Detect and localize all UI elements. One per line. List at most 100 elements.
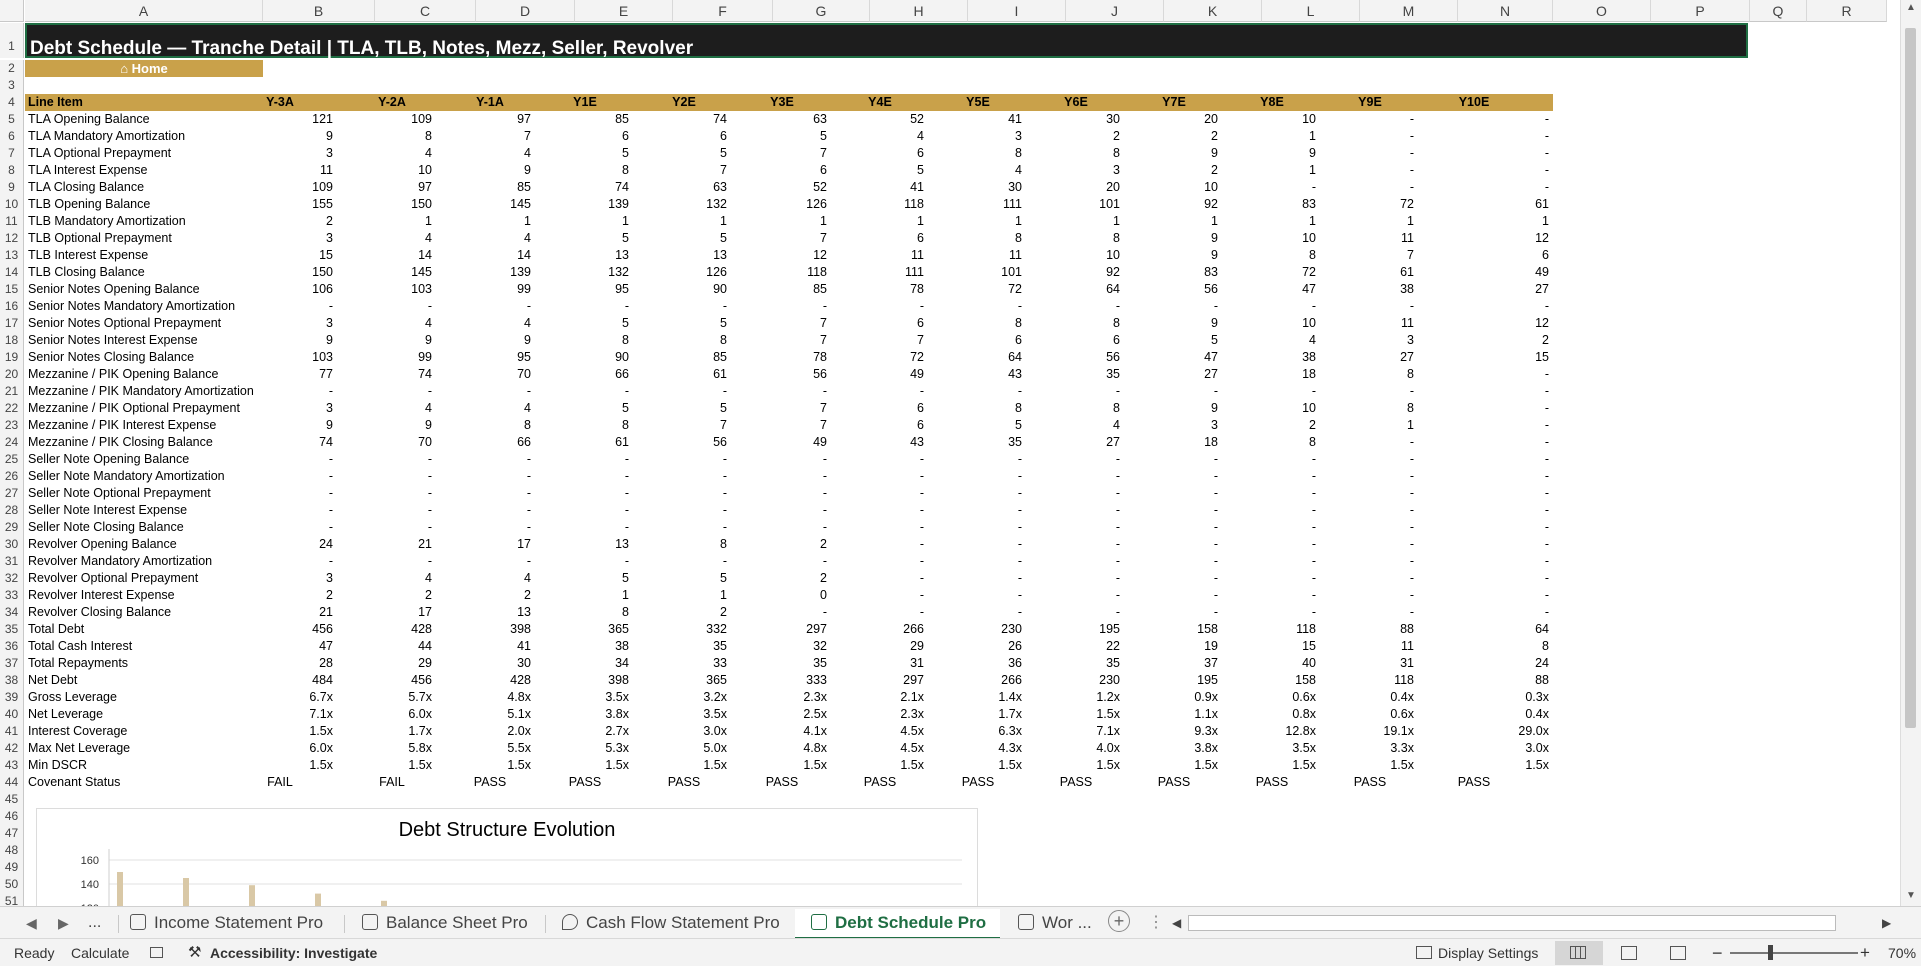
- value-cell[interactable]: -: [1128, 519, 1218, 536]
- row-header-37[interactable]: 37: [0, 655, 24, 672]
- row-header-1[interactable]: 1: [0, 23, 24, 58]
- value-cell[interactable]: 1.1x: [1128, 706, 1218, 723]
- value-cell[interactable]: -: [834, 502, 924, 519]
- hscroll-left-arrow[interactable]: ◀: [1172, 909, 1181, 937]
- column-header-p[interactable]: P: [1651, 0, 1750, 22]
- value-cell[interactable]: 15: [1226, 638, 1316, 655]
- column-header-n[interactable]: N: [1458, 0, 1553, 22]
- value-cell[interactable]: 8: [1324, 400, 1414, 417]
- value-cell[interactable]: 11: [1324, 638, 1414, 655]
- value-cell[interactable]: 8: [932, 145, 1022, 162]
- value-cell[interactable]: 6.7x: [243, 689, 333, 706]
- value-cell[interactable]: -: [1128, 298, 1218, 315]
- value-cell[interactable]: 4.5x: [834, 723, 924, 740]
- tab-splitter-icon[interactable]: ⋮: [1148, 909, 1164, 937]
- row-header-17[interactable]: 17: [0, 315, 24, 332]
- value-cell[interactable]: 88: [1324, 621, 1414, 638]
- value-cell[interactable]: 15: [1459, 349, 1549, 366]
- value-cell[interactable]: 41: [834, 179, 924, 196]
- row-header-32[interactable]: 32: [0, 570, 24, 587]
- row-label[interactable]: Revolver Interest Expense: [28, 587, 263, 604]
- row-header-39[interactable]: 39: [0, 689, 24, 706]
- value-cell[interactable]: -: [342, 553, 432, 570]
- row-label[interactable]: Mezzanine / PIK Mandatory Amortization: [28, 383, 263, 400]
- value-cell[interactable]: -: [1030, 570, 1120, 587]
- value-cell[interactable]: 4: [1030, 417, 1120, 434]
- value-cell[interactable]: -: [1226, 485, 1316, 502]
- value-cell[interactable]: -: [1030, 451, 1120, 468]
- bar-y-1a[interactable]: [249, 885, 255, 906]
- row-header-3[interactable]: 3: [0, 77, 24, 94]
- value-cell[interactable]: 106: [243, 281, 333, 298]
- value-cell[interactable]: 8: [1459, 638, 1549, 655]
- value-cell[interactable]: 11: [1324, 230, 1414, 247]
- value-cell[interactable]: 35: [737, 655, 827, 672]
- row-header-48[interactable]: 48: [0, 842, 24, 859]
- value-cell[interactable]: -: [932, 502, 1022, 519]
- value-cell[interactable]: 5: [539, 570, 629, 587]
- value-cell[interactable]: 2: [1128, 162, 1218, 179]
- value-cell[interactable]: -: [243, 553, 333, 570]
- value-cell[interactable]: 365: [539, 621, 629, 638]
- row-header-23[interactable]: 23: [0, 417, 24, 434]
- value-cell[interactable]: 7: [637, 162, 727, 179]
- row-header-43[interactable]: 43: [0, 757, 24, 774]
- value-cell[interactable]: 398: [539, 672, 629, 689]
- value-cell[interactable]: -: [1459, 485, 1549, 502]
- value-cell[interactable]: 118: [1324, 672, 1414, 689]
- value-cell[interactable]: 56: [1128, 281, 1218, 298]
- value-cell[interactable]: -: [1128, 468, 1218, 485]
- value-cell[interactable]: 3.0x: [1459, 740, 1549, 757]
- column-header-i[interactable]: I: [968, 0, 1066, 22]
- column-header-o[interactable]: O: [1553, 0, 1651, 22]
- covenant-status-cell[interactable]: PASS: [1429, 774, 1519, 791]
- value-cell[interactable]: 1.5x: [1324, 757, 1414, 774]
- value-cell[interactable]: -: [539, 468, 629, 485]
- row-label[interactable]: Mezzanine / PIK Closing Balance: [28, 434, 263, 451]
- value-cell[interactable]: 70: [342, 434, 432, 451]
- column-header-r[interactable]: R: [1807, 0, 1887, 22]
- value-cell[interactable]: 1.5x: [1459, 757, 1549, 774]
- value-cell[interactable]: 6: [834, 400, 924, 417]
- value-cell[interactable]: 3.0x: [637, 723, 727, 740]
- value-cell[interactable]: 95: [441, 349, 531, 366]
- value-cell[interactable]: 11: [932, 247, 1022, 264]
- value-cell[interactable]: 1: [1128, 213, 1218, 230]
- value-cell[interactable]: 70: [441, 366, 531, 383]
- covenant-status-cell[interactable]: PASS: [639, 774, 729, 791]
- value-cell[interactable]: 11: [243, 162, 333, 179]
- row-label[interactable]: Revolver Closing Balance: [28, 604, 263, 621]
- row-label[interactable]: Seller Note Mandatory Amortization: [28, 468, 263, 485]
- value-cell[interactable]: 35: [932, 434, 1022, 451]
- value-cell[interactable]: 2: [1459, 332, 1549, 349]
- value-cell[interactable]: 1: [1459, 213, 1549, 230]
- value-cell[interactable]: 155: [243, 196, 333, 213]
- value-cell[interactable]: 7.1x: [243, 706, 333, 723]
- value-cell[interactable]: 2: [637, 604, 727, 621]
- row-header-12[interactable]: 12: [0, 230, 24, 247]
- value-cell[interactable]: 8: [539, 162, 629, 179]
- value-cell[interactable]: 297: [737, 621, 827, 638]
- value-cell[interactable]: 1.5x: [1030, 757, 1120, 774]
- value-cell[interactable]: 121: [243, 111, 333, 128]
- zoom-in-button[interactable]: +: [1860, 939, 1870, 967]
- row-label[interactable]: TLA Interest Expense: [28, 162, 263, 179]
- value-cell[interactable]: -: [1030, 485, 1120, 502]
- row-header-27[interactable]: 27: [0, 485, 24, 502]
- value-cell[interactable]: 83: [1226, 196, 1316, 213]
- value-cell[interactable]: 5.7x: [342, 689, 432, 706]
- value-cell[interactable]: 3.8x: [1128, 740, 1218, 757]
- row-header-30[interactable]: 30: [0, 536, 24, 553]
- value-cell[interactable]: 4: [342, 145, 432, 162]
- value-cell[interactable]: 7.1x: [1030, 723, 1120, 740]
- value-cell[interactable]: -: [539, 451, 629, 468]
- page-layout-icon[interactable]: [1621, 946, 1637, 960]
- value-cell[interactable]: 27: [1128, 366, 1218, 383]
- value-cell[interactable]: 7: [737, 145, 827, 162]
- value-cell[interactable]: -: [342, 451, 432, 468]
- covenant-status-cell[interactable]: PASS: [1325, 774, 1415, 791]
- value-cell[interactable]: 4: [342, 230, 432, 247]
- covenant-status-cell[interactable]: PASS: [737, 774, 827, 791]
- value-cell[interactable]: -: [1226, 553, 1316, 570]
- value-cell[interactable]: 332: [637, 621, 727, 638]
